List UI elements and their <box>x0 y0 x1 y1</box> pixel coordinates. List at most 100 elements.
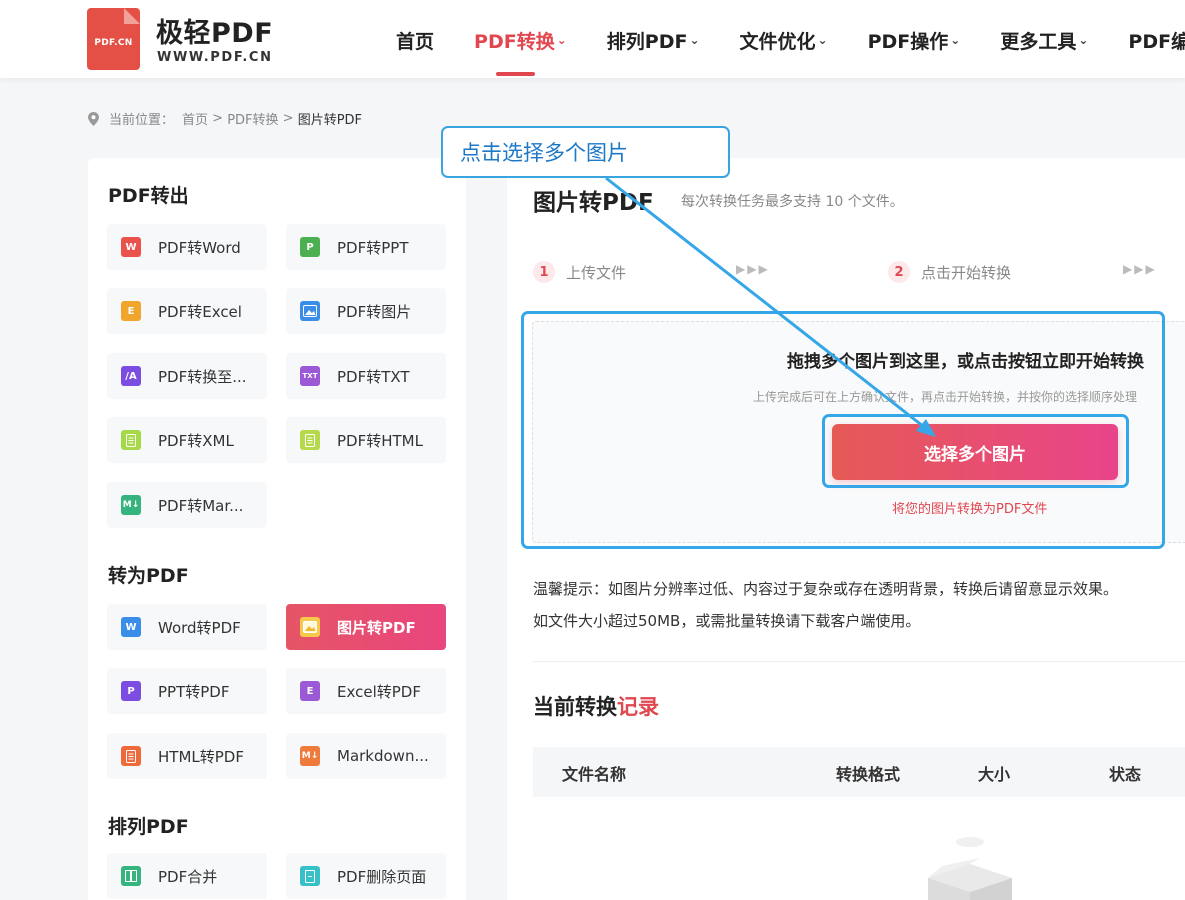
tool-pdf-to-ppt[interactable]: P PDF转PPT <box>286 224 446 270</box>
tool-markdown-to-pdf[interactable]: M↓ Markdown... <box>286 733 446 779</box>
chevron-down-icon: ⌄ <box>950 33 961 47</box>
step-arrows-icon: ▶▶▶ <box>736 262 770 276</box>
tip-text: 温馨提示：如图片分辨率过低、内容过于复杂或存在透明背景，转换后请留意显示效果。 <box>533 580 1119 598</box>
column-header-format: 转换格式 <box>836 765 901 784</box>
nav-item-pdf-edit[interactable]: PDF编 <box>1128 26 1185 54</box>
nav-item-pdf-convert[interactable]: PDF转换 ⌄ <box>474 26 567 54</box>
html-doc-icon <box>121 746 141 766</box>
tool-label: PDF转Mar... <box>158 496 244 515</box>
tool-label: PDF转换至... <box>158 367 247 386</box>
records-title: 当前转换记录 <box>533 691 659 721</box>
word-icon: W <box>121 237 141 257</box>
tool-pdf-to-markdown[interactable]: M↓ PDF转Mar... <box>107 482 267 528</box>
tool-label: PDF转TXT <box>337 367 410 386</box>
breadcrumb-home[interactable]: 首页 <box>182 109 208 128</box>
merge-icon <box>121 866 141 886</box>
tool-label: Markdown... <box>337 747 429 765</box>
tool-label: PDF合并 <box>158 867 218 886</box>
nav-item-more-tools[interactable]: 更多工具 ⌄ <box>1000 26 1088 54</box>
tool-pdf-to-html[interactable]: PDF转HTML <box>286 417 446 463</box>
step-label: 点击开始转换 <box>921 263 1012 282</box>
tool-pdf-to-txt[interactable]: TXT PDF转TXT <box>286 353 446 399</box>
records-title-main: 当前转换 <box>533 695 617 719</box>
ppt-icon: P <box>121 681 141 701</box>
column-header-size: 大小 <box>978 765 1011 784</box>
tool-pdf-to-image[interactable]: PDF转图片 <box>286 288 446 334</box>
step-number: 1 <box>533 261 555 283</box>
location-pin-icon <box>88 111 99 126</box>
page-subtitle: 每次转换任务最多支持 10 个文件。 <box>681 194 904 210</box>
tool-label: Word转PDF <box>158 618 241 637</box>
chevron-down-icon: ⌄ <box>556 33 567 47</box>
breadcrumb-parent[interactable]: PDF转换 <box>227 109 278 128</box>
image-icon <box>300 301 320 321</box>
section-title-pdf-export: PDF转出 <box>108 185 189 207</box>
tool-pdf-delete-pages[interactable]: PDF删除页面 <box>286 853 446 899</box>
word-icon: W <box>121 617 141 637</box>
step-arrows-icon: ▶▶▶ <box>1123 262 1157 276</box>
step-number: 2 <box>888 261 910 283</box>
image-icon <box>300 617 320 637</box>
tool-label: PDF转PPT <box>337 238 409 257</box>
logo-text: PDF.CN <box>94 38 133 48</box>
brand-name[interactable]: 极轻PDF <box>156 11 273 50</box>
excel-icon: E <box>300 681 320 701</box>
tool-label: PDF删除页面 <box>337 867 427 886</box>
tool-pdf-merge[interactable]: PDF合并 <box>107 853 267 899</box>
tool-image-to-pdf[interactable]: 图片转PDF <box>286 604 446 650</box>
tool-label: PDF转Excel <box>158 302 242 321</box>
markdown-icon: M↓ <box>300 746 320 766</box>
main-nav: 首页 PDF转换 ⌄ 排列PDF ⌄ 文件优化 ⌄ PDF操作 ⌄ 更多工具 ⌄ PDF编 <box>396 26 1185 54</box>
tool-label: PDF转图片 <box>337 302 412 321</box>
empty-box-icon <box>928 837 1012 900</box>
column-header-filename: 文件名称 <box>562 765 627 784</box>
logo-icon[interactable]: PDF.CN <box>87 8 140 70</box>
step-upload: 1 上传文件 <box>533 261 626 283</box>
section-title-to-pdf: 转为PDF <box>108 565 189 587</box>
tool-ppt-to-pdf[interactable]: P PPT转PDF <box>107 668 267 714</box>
breadcrumb-prefix: 当前位置： <box>109 113 175 128</box>
breadcrumb-current: 图片转PDF <box>297 113 363 128</box>
records-title-highlight: 记录 <box>617 695 659 719</box>
section-title-arrange-pdf: 排列PDF <box>108 816 189 838</box>
tool-label: PDF转HTML <box>337 431 423 450</box>
page-icon <box>300 866 320 886</box>
chevron-down-icon: ⌄ <box>1078 33 1089 47</box>
tool-excel-to-pdf[interactable]: E Excel转PDF <box>286 668 446 714</box>
tool-label: PPT转PDF <box>158 682 230 701</box>
divider <box>533 661 1185 662</box>
breadcrumb: 当前位置： 首页 > PDF转换 > 图片转PDF <box>88 109 362 128</box>
step-start-convert: 2 点击开始转换 <box>888 261 1011 283</box>
site-header: PDF.CN 极轻PDF WWW.PDF.CN 首页 PDF转换 ⌄ 排列PDF ⌄… <box>0 0 1185 78</box>
html-doc-icon <box>300 430 320 450</box>
txt-icon: TXT <box>300 366 320 386</box>
breadcrumb-separator: > <box>208 111 228 126</box>
nav-active-underline <box>496 72 535 76</box>
tool-pdf-to-excel[interactable]: E PDF转Excel <box>107 288 267 334</box>
tool-pdf-to-word[interactable]: W PDF转Word <box>107 224 267 270</box>
xml-doc-icon <box>121 430 141 450</box>
tool-label: PDF转XML <box>158 431 234 450</box>
tool-label: 图片转PDF <box>337 618 416 637</box>
tool-pdf-to-pdfa[interactable]: /A PDF转换至... <box>107 353 267 399</box>
nav-item-home[interactable]: 首页 <box>396 26 434 54</box>
pdfa-icon: /A <box>121 366 141 386</box>
step-label: 上传文件 <box>566 263 627 282</box>
button-highlight-frame <box>822 414 1129 488</box>
brand-url: WWW.PDF.CN <box>157 50 273 65</box>
nav-item-file-optimize[interactable]: 文件优化 ⌄ <box>740 26 828 54</box>
tool-label: Excel转PDF <box>337 682 421 701</box>
annotation-callout: 点击选择多个图片 <box>441 126 730 178</box>
tool-word-to-pdf[interactable]: W Word转PDF <box>107 604 267 650</box>
nav-item-arrange-pdf[interactable]: 排列PDF ⌄ <box>607 26 700 54</box>
tool-label: HTML转PDF <box>158 747 244 766</box>
chevron-down-icon: ⌄ <box>689 33 700 47</box>
tool-html-to-pdf[interactable]: HTML转PDF <box>107 733 267 779</box>
chevron-down-icon: ⌄ <box>817 33 828 47</box>
tool-pdf-to-xml[interactable]: PDF转XML <box>107 417 267 463</box>
nav-item-pdf-ops[interactable]: PDF操作 ⌄ <box>868 26 961 54</box>
ppt-icon: P <box>300 237 320 257</box>
excel-icon: E <box>121 301 141 321</box>
markdown-icon: M↓ <box>121 495 141 515</box>
page-title: 图片转PDF <box>533 190 654 216</box>
